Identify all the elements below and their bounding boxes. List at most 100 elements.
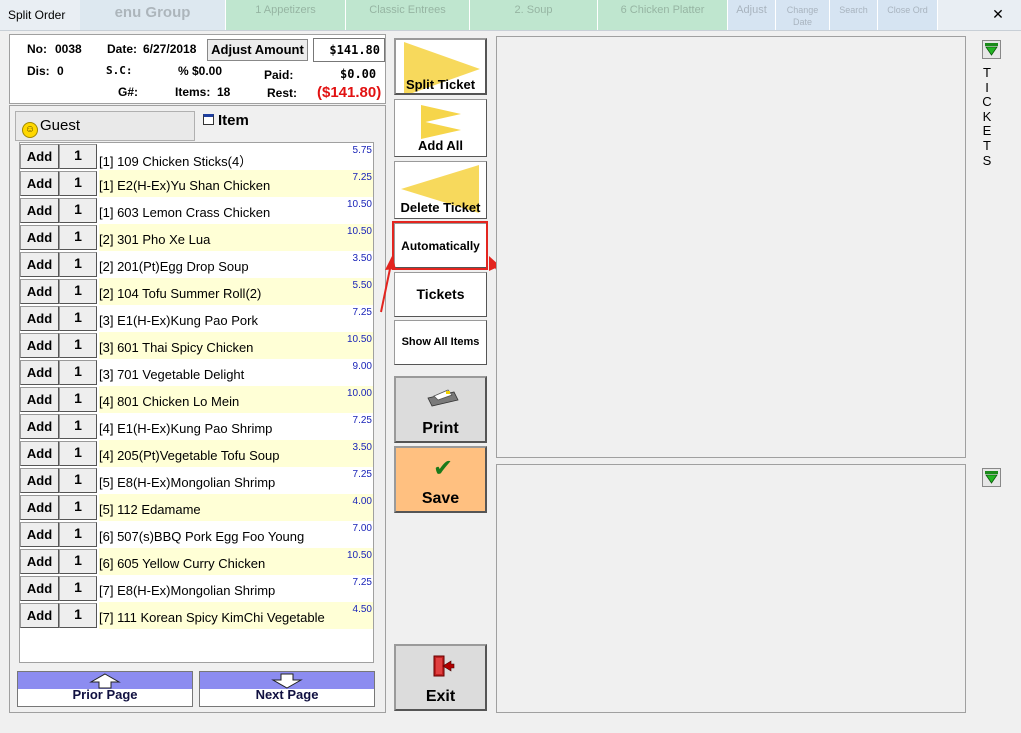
item-cell[interactable]: [1] E2(H-Ex)Yu Shan Chicken 7.25 — [99, 170, 373, 197]
show-all-items-button[interactable]: Show All Items — [394, 320, 487, 365]
item-quantity[interactable]: 1 — [59, 441, 97, 466]
item-cell[interactable]: [6] 507(s)BBQ Pork Egg Foo Young 7.00 — [99, 521, 373, 548]
item-quantity[interactable]: 1 — [59, 225, 97, 250]
scroll-down-button[interactable] — [982, 468, 1001, 487]
item-cell[interactable]: [1] 109 Chicken Sticks(4） 5.75 — [99, 143, 373, 170]
item-name: [3] E1(H-Ex)Kung Pao Pork — [99, 313, 258, 328]
add-item-button[interactable]: Add — [20, 198, 59, 223]
list-item: Add 1 [6] 605 Yellow Curry Chicken 10.50 — [20, 548, 373, 575]
items-count-label: Items: — [175, 85, 211, 99]
item-name: [4] 205(Pt)Vegetable Tofu Soup — [99, 448, 280, 463]
item-cell[interactable]: [4] E1(H-Ex)Kung Pao Shrimp 7.25 — [99, 413, 373, 440]
item-cell[interactable]: [2] 301 Pho Xe Lua 10.50 — [99, 224, 373, 251]
window-icon — [203, 114, 214, 125]
adjust-amount-button[interactable]: Adjust Amount — [207, 39, 308, 61]
item-quantity[interactable]: 1 — [59, 144, 97, 169]
add-item-button[interactable]: Add — [20, 387, 59, 412]
exit-button[interactable]: Exit — [394, 644, 487, 711]
item-quantity[interactable]: 1 — [59, 333, 97, 358]
add-item-button[interactable]: Add — [20, 171, 59, 196]
item-cell[interactable]: [5] E8(H-Ex)Mongolian Shrimp 7.25 — [99, 467, 373, 494]
item-price: 7.25 — [352, 415, 372, 426]
item-cell[interactable]: [3] 601 Thai Spicy Chicken 10.50 — [99, 332, 373, 359]
tab-item[interactable]: Item — [203, 109, 373, 137]
add-item-button[interactable]: Add — [20, 252, 59, 277]
add-item-button[interactable]: Add — [20, 144, 59, 169]
item-name: [4] E1(H-Ex)Kung Pao Shrimp — [99, 421, 273, 436]
print-button[interactable]: Print — [394, 376, 487, 443]
add-item-button[interactable]: Add — [20, 306, 59, 331]
add-item-button[interactable]: Add — [20, 468, 59, 493]
next-page-button[interactable]: Next Page — [199, 671, 375, 707]
prior-page-button[interactable]: Prior Page — [17, 671, 193, 707]
item-quantity[interactable]: 1 — [59, 549, 97, 574]
close-icon[interactable]: ✕ — [981, 2, 1015, 26]
item-quantity[interactable]: 1 — [59, 387, 97, 412]
item-cell[interactable]: [2] 201(Pt)Egg Drop Soup 3.50 — [99, 251, 373, 278]
tickets-letter: S — [982, 152, 992, 168]
item-quantity[interactable]: 1 — [59, 279, 97, 304]
item-name: [2] 104 Tofu Summer Roll(2) — [99, 286, 262, 301]
item-cell[interactable]: [6] 605 Yellow Curry Chicken 10.50 — [99, 548, 373, 575]
item-name: [6] 605 Yellow Curry Chicken — [99, 556, 266, 571]
item-cell[interactable]: [2] 104 Tofu Summer Roll(2) 5.50 — [99, 278, 373, 305]
rest-value: ($141.80) — [317, 84, 382, 101]
add-item-button[interactable]: Add — [20, 549, 59, 574]
ticket-panel-top[interactable] — [496, 36, 966, 458]
tickets-letter: K — [982, 108, 992, 124]
add-item-button[interactable]: Add — [20, 441, 59, 466]
background-tab-strip: enu Group 1 Appetizers Classic Entrees 2… — [80, 0, 1021, 30]
background-tab: enu Group — [80, 0, 226, 30]
arrow-down-icon — [985, 43, 998, 56]
item-cell[interactable]: [4] 801 Chicken Lo Mein 10.00 — [99, 386, 373, 413]
split-ticket-button[interactable]: Split Ticket — [394, 38, 487, 95]
delete-ticket-button[interactable]: Delete Ticket — [394, 161, 487, 219]
add-item-button[interactable]: Add — [20, 414, 59, 439]
scroll-down-button[interactable] — [982, 40, 1001, 59]
list-item: Add 1 [3] 701 Vegetable Delight 9.00 — [20, 359, 373, 386]
show-all-items-label: Show All Items — [401, 336, 480, 348]
list-item: Add 1 [3] E1(H-Ex)Kung Pao Pork 7.25 — [20, 305, 373, 332]
item-name: [5] 112 Edamame — [99, 502, 201, 517]
item-cell[interactable]: [7] 111 Korean Spicy KimChi Vegetable 4.5… — [99, 602, 373, 629]
item-quantity[interactable]: 1 — [59, 360, 97, 385]
exit-door-icon — [433, 655, 455, 677]
window-title: Split Order — [8, 8, 66, 22]
item-quantity[interactable]: 1 — [59, 603, 97, 628]
item-quantity[interactable]: 1 — [59, 414, 97, 439]
item-cell[interactable]: [7] E8(H-Ex)Mongolian Shrimp 7.25 — [99, 575, 373, 602]
list-item: Add 1 [2] 301 Pho Xe Lua 10.50 — [20, 224, 373, 251]
item-quantity[interactable]: 1 — [59, 576, 97, 601]
add-item-button[interactable]: Add — [20, 522, 59, 547]
add-item-button[interactable]: Add — [20, 279, 59, 304]
list-item: Add 1 [4] 205(Pt)Vegetable Tofu Soup 3.50 — [20, 440, 373, 467]
item-name: [2] 301 Pho Xe Lua — [99, 232, 211, 247]
item-quantity[interactable]: 1 — [59, 252, 97, 277]
add-item-button[interactable]: Add — [20, 333, 59, 358]
item-quantity[interactable]: 1 — [59, 171, 97, 196]
item-quantity[interactable]: 1 — [59, 522, 97, 547]
item-cell[interactable]: [3] E1(H-Ex)Kung Pao Pork 7.25 — [99, 305, 373, 332]
item-list[interactable]: Add 1 [1] 109 Chicken Sticks(4） 5.75 Add … — [19, 142, 374, 663]
add-item-button[interactable]: Add — [20, 603, 59, 628]
item-price: 4.50 — [352, 604, 372, 615]
item-quantity[interactable]: 1 — [59, 306, 97, 331]
item-quantity[interactable]: 1 — [59, 495, 97, 520]
add-item-button[interactable]: Add — [20, 225, 59, 250]
ticket-panel-bottom[interactable] — [496, 464, 966, 713]
item-quantity[interactable]: 1 — [59, 198, 97, 223]
add-item-button[interactable]: Add — [20, 576, 59, 601]
item-price: 7.25 — [352, 172, 372, 183]
tab-guest[interactable]: ☺ Guest — [15, 111, 195, 141]
item-cell[interactable]: [3] 701 Vegetable Delight 9.00 — [99, 359, 373, 386]
item-cell[interactable]: [5] 112 Edamame 4.00 — [99, 494, 373, 521]
add-item-button[interactable]: Add — [20, 360, 59, 385]
item-cell[interactable]: [1] 603 Lemon Crass Chicken 10.50 — [99, 197, 373, 224]
add-all-button[interactable]: Add All — [394, 99, 487, 157]
background-tab: Adjust — [728, 0, 776, 30]
item-cell[interactable]: [4] 205(Pt)Vegetable Tofu Soup 3.50 — [99, 440, 373, 467]
item-quantity[interactable]: 1 — [59, 468, 97, 493]
item-price: 7.25 — [352, 469, 372, 480]
save-button[interactable]: ✔ Save — [394, 446, 487, 513]
add-item-button[interactable]: Add — [20, 495, 59, 520]
